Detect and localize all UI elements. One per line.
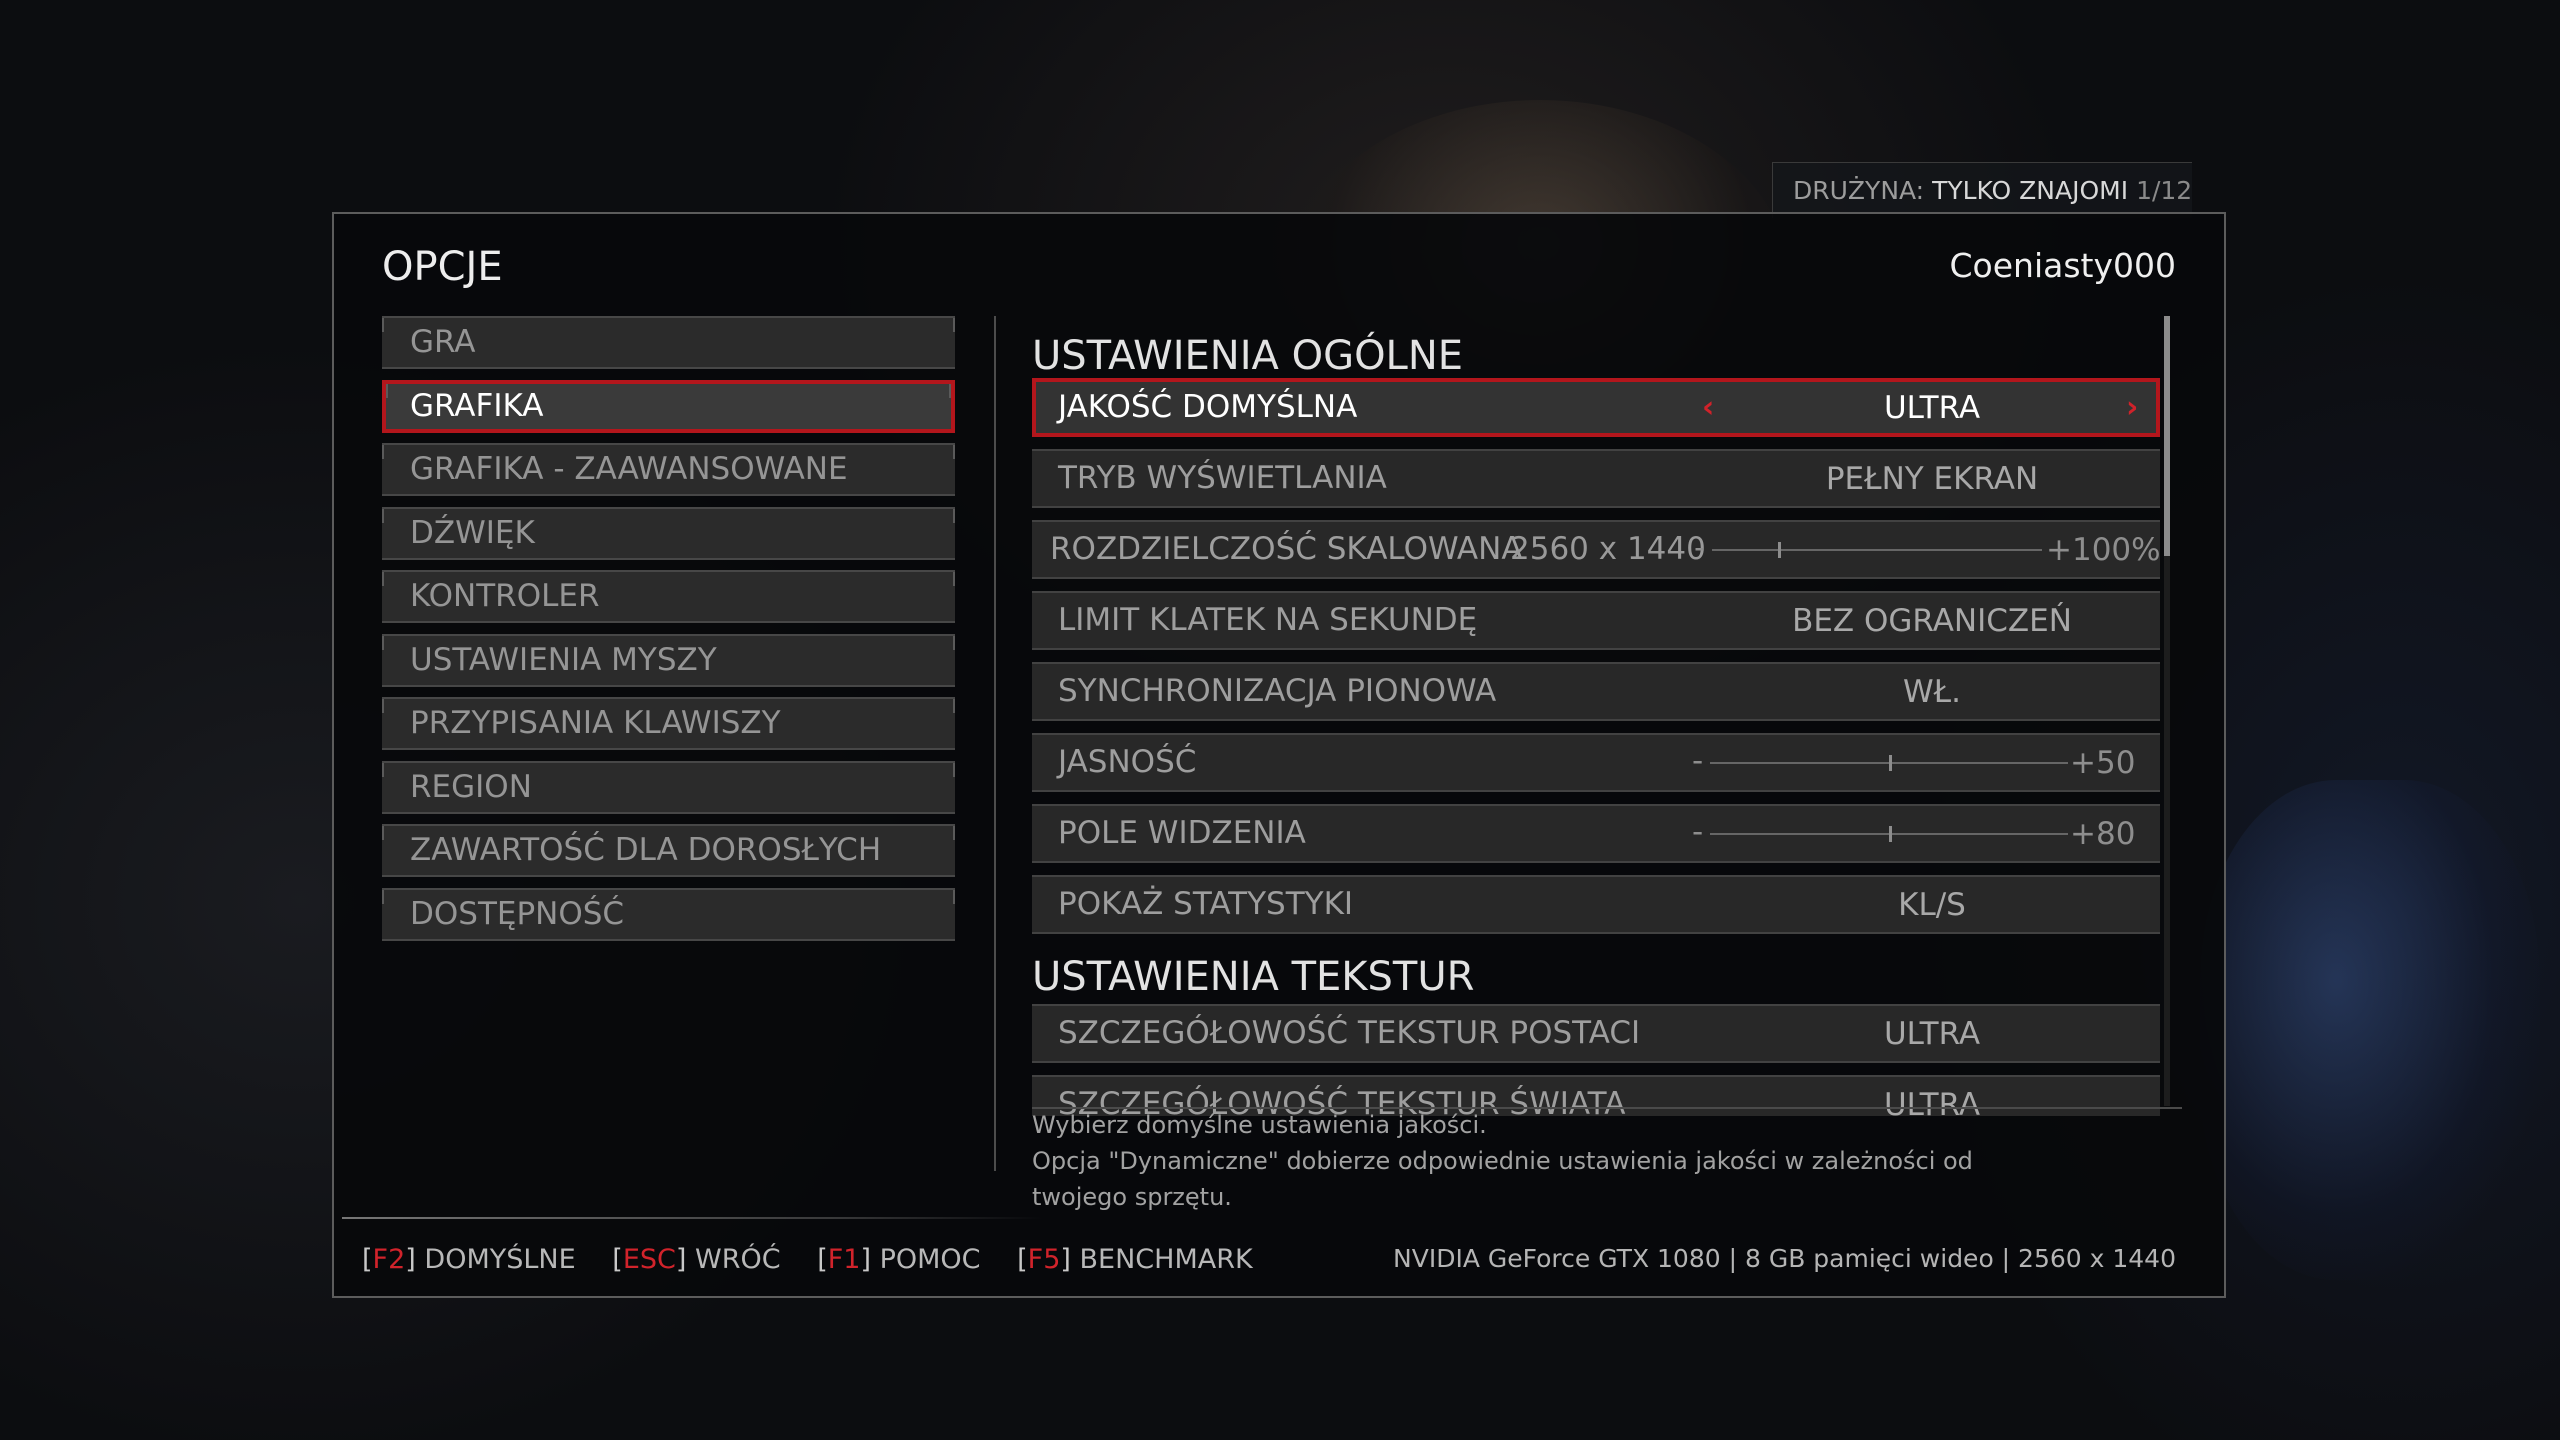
hint-back[interactable]: [ESC] WRÓĆ — [612, 1244, 780, 1275]
hint-label: POMOC — [879, 1244, 981, 1275]
nav-item-label: DŹWIĘK — [410, 514, 535, 551]
nav-item-label: DOSTĘPNOŚĆ — [410, 895, 625, 932]
setting-description: Wybierz domyślne ustawienia jakości. Opc… — [1032, 1107, 1992, 1215]
footer-divider — [342, 1217, 1042, 1219]
game-screen: DRUŻYNA: TYLKO ZNAJOMI 1/12 OPCJE Coenia… — [0, 0, 2560, 1440]
nav-item-dzwiek[interactable]: DŹWIĘK — [382, 506, 955, 560]
setting-fps-limit[interactable]: LIMIT KLATEK NA SEKUNDĘ BEZ OGRANICZEŃ — [1032, 591, 2160, 650]
slider-track — [1712, 549, 2042, 551]
setting-label: JAKOŚĆ DOMYŚLNA — [1058, 389, 1358, 425]
setting-label: TRYB WYŚWIETLANIA — [1058, 460, 1387, 496]
nav-item-region[interactable]: REGION — [382, 760, 955, 814]
setting-value: ULTRA — [1883, 1016, 1981, 1052]
nav-item-dostepnosc[interactable]: DOSTĘPNOŚĆ — [382, 887, 955, 941]
nav-item-label: USTAWIENIA MYSZY — [410, 641, 717, 678]
section-title-textures: USTAWIENIA TEKSTUR — [1032, 954, 1475, 1000]
setting-default-quality[interactable]: JAKOŚĆ DOMYŚLNA ‹ ULTRA › — [1032, 378, 2160, 437]
description-line: Wybierz domyślne ustawienia jakości. — [1032, 1111, 1487, 1139]
nav-item-kontroler[interactable]: KONTROLER — [382, 570, 955, 623]
hint-benchmark[interactable]: [F5] BENCHMARK — [1017, 1244, 1253, 1275]
hint-key: F1 — [827, 1244, 861, 1275]
nav-item-ustawienia-myszy[interactable]: USTAWIENIA MYSZY — [382, 633, 955, 687]
slider-thumb[interactable] — [1889, 826, 1892, 842]
party-status: DRUŻYNA: TYLKO ZNAJOMI 1/12 — [1772, 162, 2192, 218]
slider-value: +100% — [2046, 532, 2161, 568]
options-panel: OPCJE Coeniasty000 GRA GRAFIKA GRAFIKA -… — [332, 212, 2226, 1298]
nav-item-label: KONTROLER — [410, 578, 600, 614]
hint-label: DOMYŚLNE — [424, 1244, 576, 1275]
hint-label: BENCHMARK — [1079, 1244, 1253, 1275]
nav-item-przypisania-klawiszy[interactable]: PRZYPISANIA KLAWISZY — [382, 697, 955, 750]
setting-scaled-resolution[interactable]: ROZDZIELCZOŚĆ SKALOWANA 2560 x 1440 - +1… — [1032, 520, 2161, 579]
hint-key: F5 — [1027, 1244, 1061, 1275]
nav-item-label: REGION — [410, 768, 532, 805]
slider-thumb[interactable] — [1778, 542, 1781, 558]
slider-value: +50 — [2070, 745, 2136, 781]
slider-minus: - — [1692, 814, 1704, 850]
nav-item-grafika-zaawansowane[interactable]: GRAFIKA - ZAAWANSOWANE — [382, 443, 955, 496]
setting-show-stats[interactable]: POKAŻ STATYSTYKI KL/S — [1032, 875, 2160, 934]
description-line: twojego sprzętu. — [1032, 1183, 1232, 1211]
background-armor — [2200, 780, 2540, 1280]
hint-help[interactable]: [F1] POMOC — [817, 1244, 980, 1275]
setting-label: ROZDZIELCZOŚĆ SKALOWANA — [1050, 531, 1523, 567]
resolution-value: 2560 x 1440 — [1510, 531, 1706, 567]
setting-label: JASNOŚĆ — [1058, 744, 1197, 780]
nav-item-label: GRAFIKA - ZAAWANSOWANE — [410, 451, 848, 487]
setting-value: KL/S — [1898, 887, 1966, 923]
slider-minus: - — [1694, 530, 1706, 566]
party-value: TYLKO ZNAJOMI — [1932, 176, 2129, 205]
setting-vsync[interactable]: SYNCHRONIZACJA PIONOWA WŁ. — [1032, 662, 2160, 721]
fov-slider[interactable]: - +80 — [1692, 806, 2160, 861]
setting-value: BEZ OGRANICZEŃ — [1792, 603, 2072, 639]
nav-item-grafika[interactable]: GRAFIKA — [382, 379, 955, 433]
hint-defaults[interactable]: [F2] DOMYŚLNE — [362, 1244, 576, 1275]
resolution-slider[interactable]: - +100% — [1694, 522, 2161, 577]
gpu-info: NVIDIA GeForce GTX 1080 | 8 GB pamięci w… — [1393, 1244, 2176, 1273]
setting-value: WŁ. — [1903, 674, 1961, 710]
setting-label: SZCZEGÓŁOWOŚĆ TEKSTUR POSTACI — [1058, 1015, 1641, 1051]
nav-item-label: PRZYPISANIA KLAWISZY — [410, 705, 781, 741]
chevron-left-icon[interactable]: ‹ — [1702, 382, 1714, 433]
setting-label: LIMIT KLATEK NA SEKUNDĘ — [1058, 602, 1478, 638]
setting-label: SYNCHRONIZACJA PIONOWA — [1058, 673, 1497, 709]
nav-item-label: GRA — [410, 324, 476, 360]
party-label: DRUŻYNA: — [1793, 176, 1925, 205]
slider-value: +80 — [2070, 816, 2136, 852]
party-count: 1/12 — [2136, 176, 2193, 205]
nav-item-gra[interactable]: GRA — [382, 316, 955, 369]
settings-scrollbar[interactable] — [2164, 316, 2170, 1106]
brightness-slider[interactable]: - +50 — [1692, 735, 2160, 790]
slider-thumb[interactable] — [1889, 755, 1892, 771]
slider-minus: - — [1692, 743, 1704, 779]
hint-key: ESC — [622, 1244, 676, 1275]
setting-display-mode[interactable]: TRYB WYŚWIETLANIA PEŁNY EKRAN — [1032, 449, 2160, 508]
nav-item-zawartosc-dla-doroslych[interactable]: ZAWARTOŚĆ DLA DOROSŁYCH — [382, 824, 955, 877]
username: Coeniasty000 — [1949, 246, 2177, 285]
chevron-right-icon[interactable]: › — [2126, 382, 2138, 433]
setting-value: ULTRA — [1883, 390, 1981, 426]
settings-list: USTAWIENIA OGÓLNE JAKOŚĆ DOMYŚLNA ‹ ULTR… — [1032, 316, 2182, 1116]
page-title: OPCJE — [382, 244, 503, 290]
column-divider — [994, 316, 996, 1171]
scrollbar-thumb[interactable] — [2164, 316, 2170, 556]
nav-item-label: GRAFIKA — [410, 387, 544, 424]
footer-key-hints: [F2] DOMYŚLNE [ESC] WRÓĆ [F1] POMOC [F5]… — [362, 1244, 1281, 1275]
setting-fov[interactable]: POLE WIDZENIA - +80 — [1032, 804, 2160, 863]
hint-key: F2 — [372, 1244, 406, 1275]
setting-value: PEŁNY EKRAN — [1825, 461, 2039, 497]
setting-brightness[interactable]: JASNOŚĆ - +50 — [1032, 733, 2160, 792]
setting-character-texture-detail[interactable]: SZCZEGÓŁOWOŚĆ TEKSTUR POSTACI ULTRA — [1032, 1004, 2160, 1063]
setting-label: POKAŻ STATYSTYKI — [1058, 886, 1354, 922]
options-nav: GRA GRAFIKA GRAFIKA - ZAAWANSOWANE DŹWIĘ… — [382, 316, 955, 951]
nav-item-label: ZAWARTOŚĆ DLA DOROSŁYCH — [410, 832, 882, 868]
description-line: Opcja "Dynamiczne" dobierze odpowiednie … — [1032, 1147, 1973, 1175]
setting-label: POLE WIDZENIA — [1058, 815, 1306, 851]
section-title-general: USTAWIENIA OGÓLNE — [1032, 333, 1464, 379]
hint-label: WRÓĆ — [695, 1244, 781, 1275]
